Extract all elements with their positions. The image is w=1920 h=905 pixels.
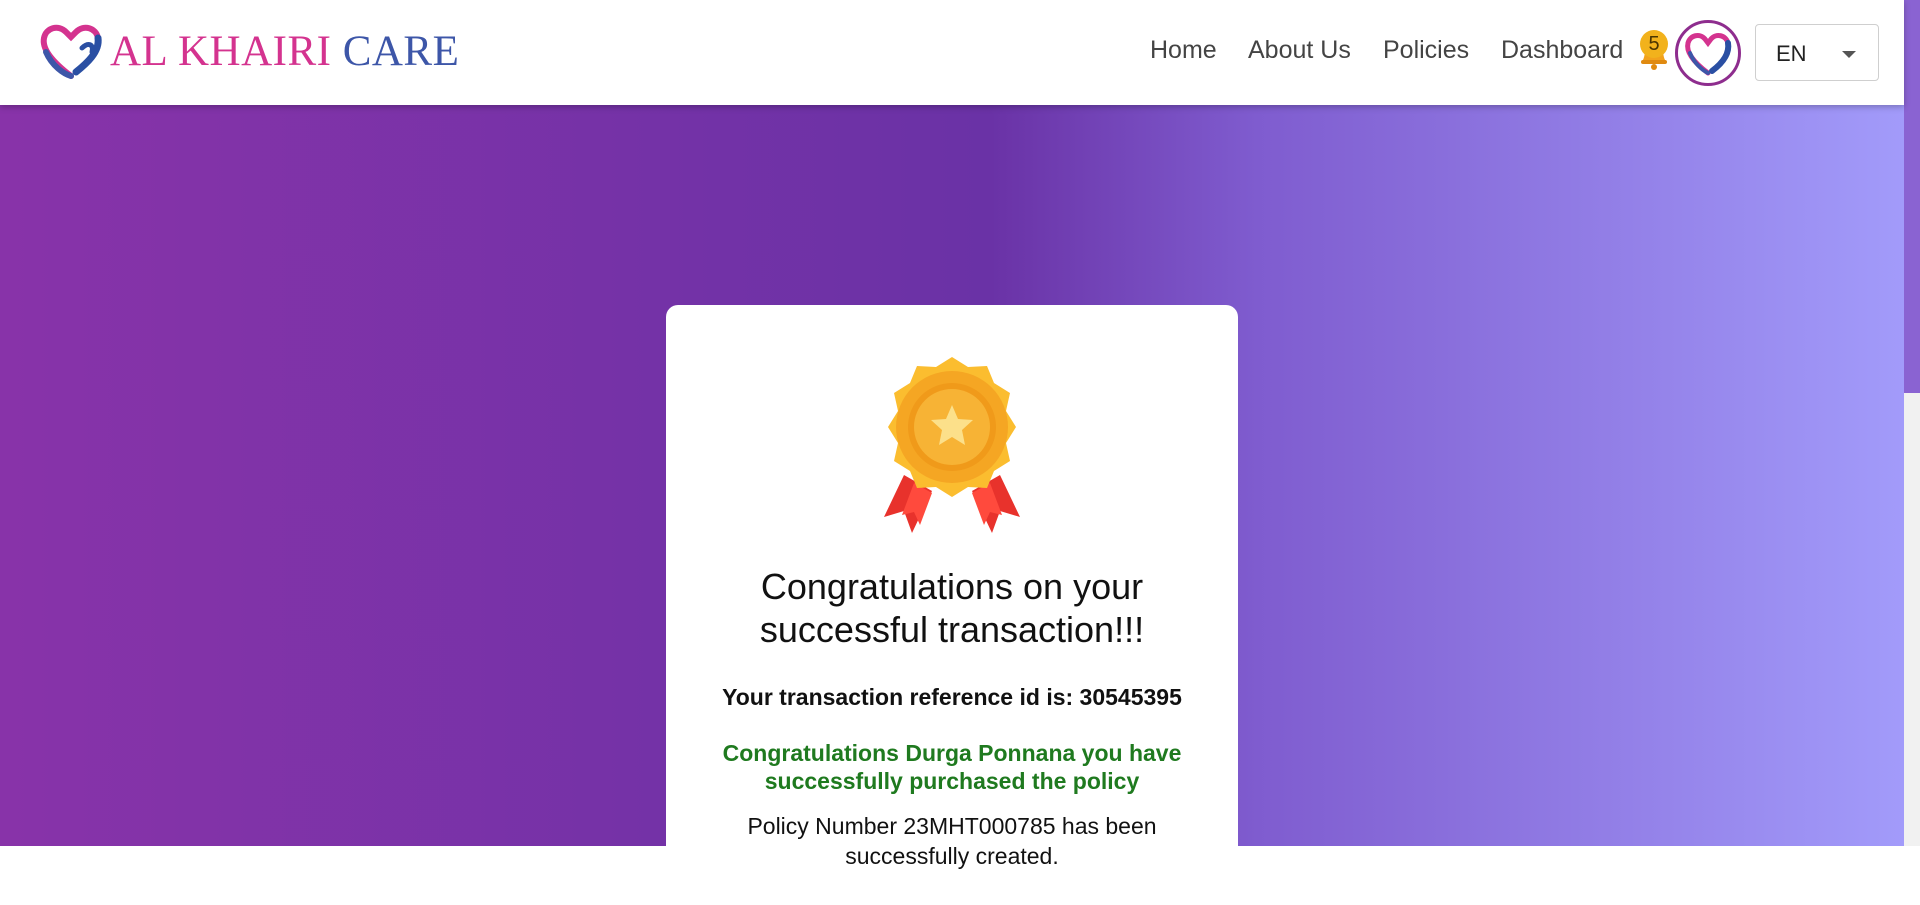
heart-hands-logo-icon [40,24,102,79]
confirmation-card: Congratulations on your successful trans… [666,305,1238,905]
nav-dashboard-link[interactable]: Dashboard [1501,36,1623,65]
notification-count-badge: 5 [1640,30,1668,58]
medal-icon [884,357,1020,533]
user-avatar[interactable] [1675,20,1741,86]
transaction-reference: Your transaction reference id is: 305453… [722,684,1182,710]
brand-name-part2: CARE [342,27,460,75]
nav-about-us-link[interactable]: About Us [1248,36,1351,65]
policy-number-message: Policy Number 23MHT000785 has been succe… [747,813,1157,869]
top-navbar: AL KHAIRI CARE Home About Us Policies Da… [0,0,1904,105]
chevron-down-icon [1842,51,1856,58]
brand-name-part1: AL KHAIRI [110,27,332,75]
avatar-heart-icon [1685,33,1732,76]
nav-policies-link[interactable]: Policies [1383,36,1469,65]
language-select[interactable]: EN [1755,24,1879,81]
nav-home-link[interactable]: Home [1150,36,1217,65]
scrollbar-thumb[interactable] [1904,0,1920,393]
vertical-scrollbar[interactable] [1904,0,1920,846]
language-selected-value: EN [1776,41,1807,66]
purchase-success-message: Congratulations Durga Ponnana you have s… [722,740,1182,794]
brand-name: AL KHAIRI CARE [110,27,459,76]
brand-logo[interactable]: AL KHAIRI CARE [38,18,459,84]
confirmation-title: Congratulations on your successful trans… [759,566,1145,650]
